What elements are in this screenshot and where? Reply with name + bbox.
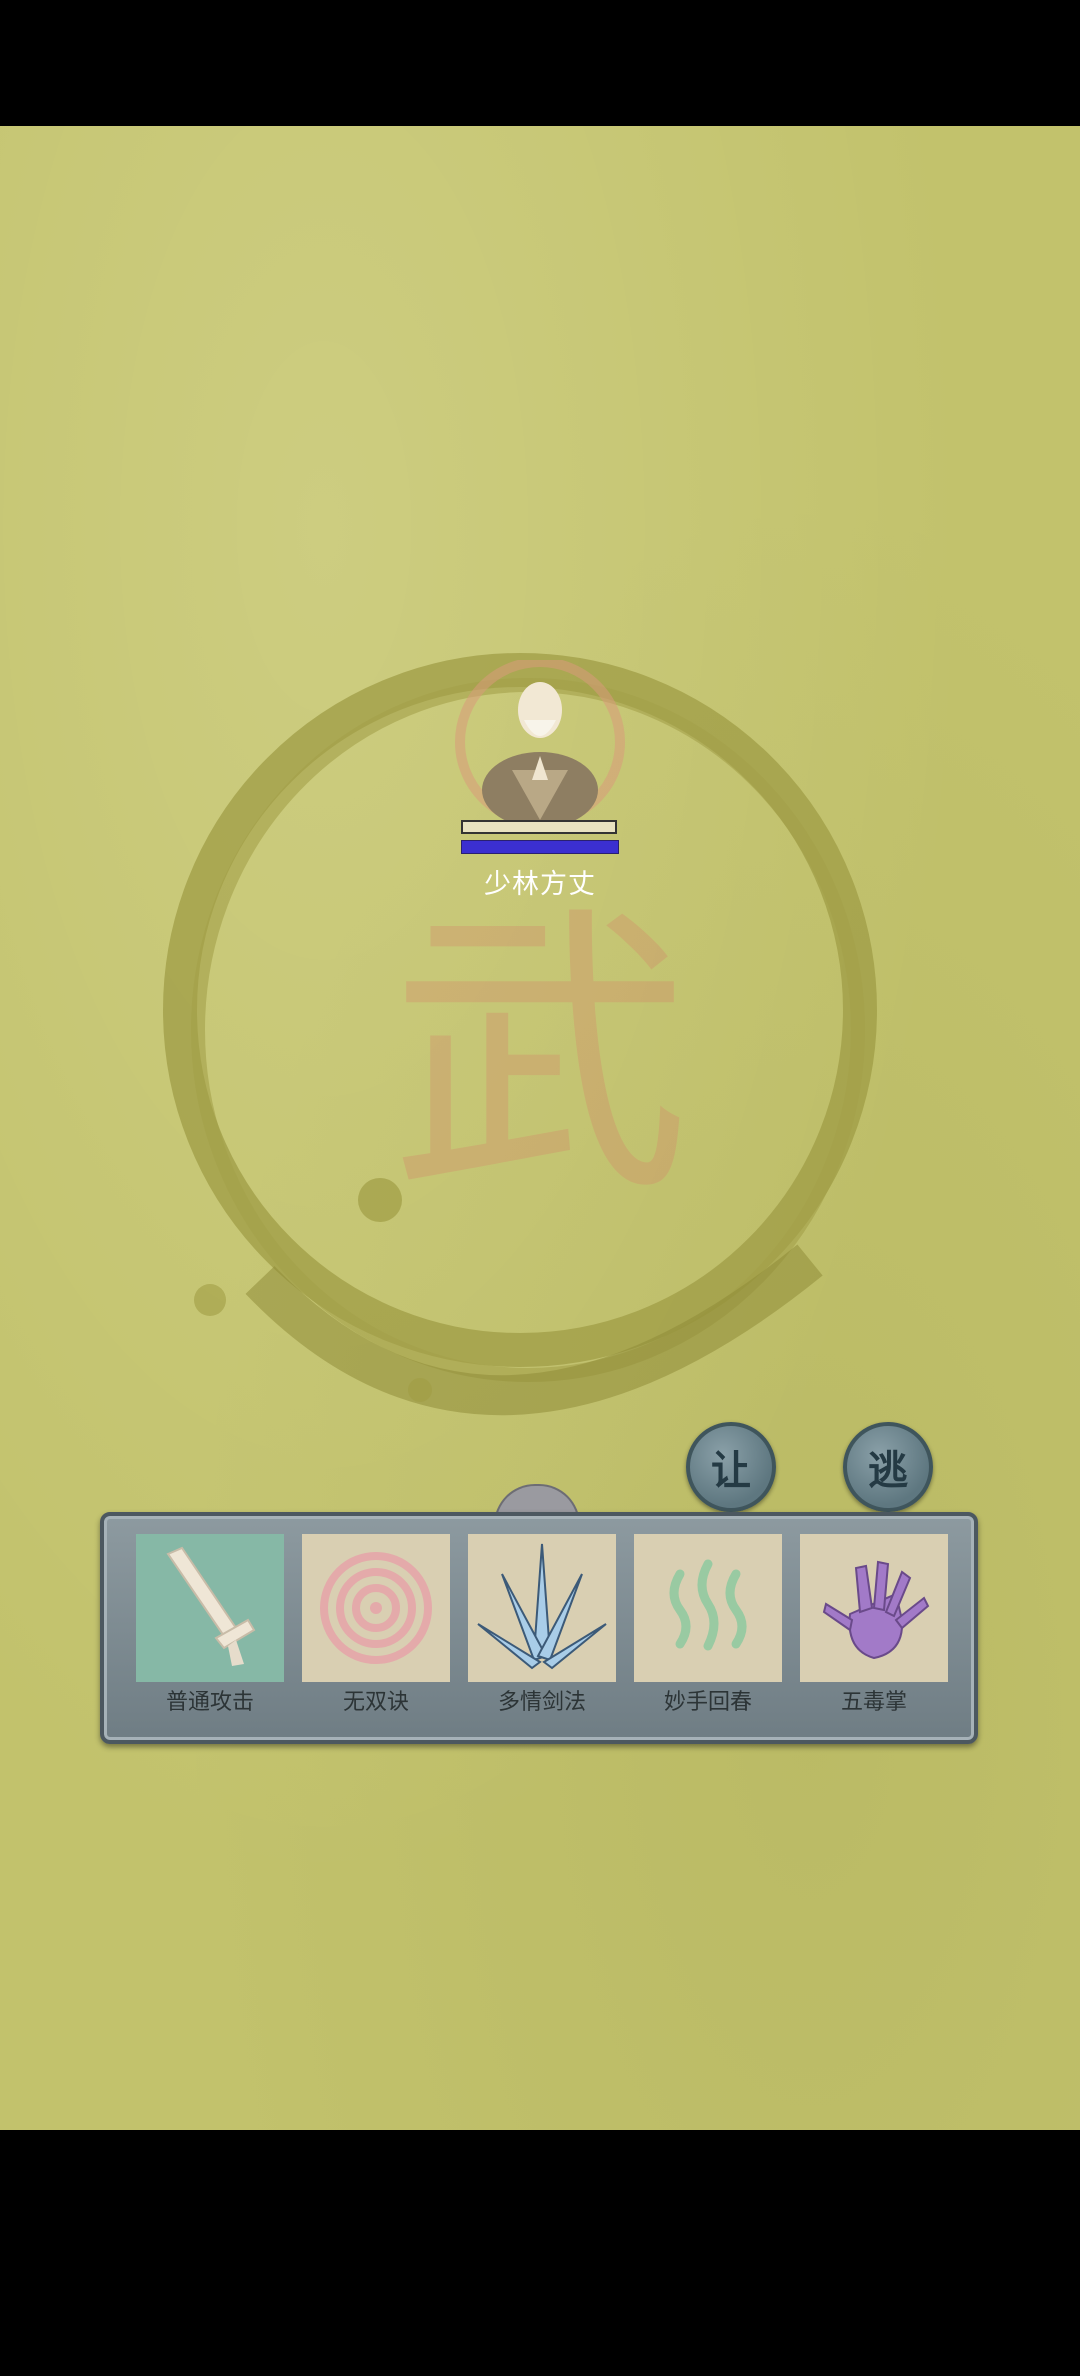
yield-button[interactable]: 让 <box>686 1422 776 1512</box>
enemy-mp-bar <box>461 840 619 854</box>
enemy-portrait[interactable] <box>450 660 630 840</box>
skill-tile[interactable] <box>468 1534 616 1682</box>
spiral-icon <box>302 1534 450 1682</box>
sword-icon <box>136 1534 284 1682</box>
navigation-bar <box>0 2130 1080 2376</box>
skill-label: 妙手回春 <box>663 1690 752 1715</box>
skill-duoqing[interactable]: 多情剑法 <box>468 1534 616 1715</box>
poison-palm-icon <box>800 1534 948 1682</box>
enemy-mp-fill <box>462 841 618 853</box>
skill-label: 五毒掌 <box>840 1690 907 1715</box>
status-bar <box>0 0 1080 126</box>
skill-label: 多情剑法 <box>497 1690 586 1715</box>
enemy-name: 少林方丈 <box>484 869 596 900</box>
skill-tile[interactable] <box>302 1534 450 1682</box>
skill-tile[interactable] <box>136 1534 284 1682</box>
wu-glyph: 武 <box>390 882 690 1231</box>
enemy-hp-bar <box>461 820 617 834</box>
flee-button[interactable]: 逃 <box>843 1422 933 1512</box>
skill-label: 普通攻击 <box>165 1690 254 1715</box>
skill-tile[interactable] <box>634 1534 782 1682</box>
skill-label: 无双诀 <box>342 1690 409 1715</box>
skill-wushuang[interactable]: 无双诀 <box>302 1534 450 1715</box>
enemy-hp-fill <box>463 822 615 832</box>
blade-fan-icon <box>468 1534 616 1682</box>
healing-waves-icon <box>634 1534 782 1682</box>
skill-normal-attack[interactable]: 普通攻击 <box>136 1534 284 1715</box>
skill-miaoshou[interactable]: 妙手回春 <box>634 1534 782 1715</box>
skill-wudu[interactable]: 五毒掌 <box>800 1534 948 1715</box>
skill-tile[interactable] <box>800 1534 948 1682</box>
skill-panel: 普通攻击 无双诀 多情剑法 妙手回春 五毒掌 <box>100 1512 978 1744</box>
